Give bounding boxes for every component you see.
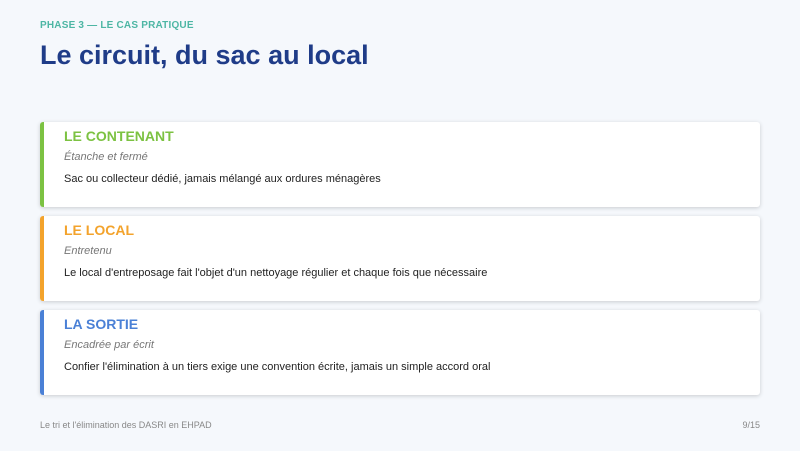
card-subtitle: Entretenu xyxy=(64,245,112,257)
card-subtitle: Encadrée par écrit xyxy=(64,339,154,351)
card-description: Confier l'élimination à un tiers exige u… xyxy=(64,361,491,373)
card-title: LE CONTENANT xyxy=(64,128,174,144)
card-sortie: LA SORTIE Encadrée par écrit Confier l'é… xyxy=(40,310,760,395)
page-number: 9/15 xyxy=(742,420,760,430)
card-local: LE LOCAL Entretenu Le local d'entreposag… xyxy=(40,216,760,301)
card-list: LE CONTENANT Étanche et fermé Sac ou col… xyxy=(40,122,760,404)
card-subtitle: Étanche et fermé xyxy=(64,151,148,163)
card-accent-bar xyxy=(40,122,44,207)
card-accent-bar xyxy=(40,216,44,301)
footer-title: Le tri et l'élimination des DASRI en EHP… xyxy=(40,420,212,430)
card-accent-bar xyxy=(40,310,44,395)
page-title: Le circuit, du sac au local xyxy=(40,40,369,70)
card-description: Sac ou collecteur dédié, jamais mélangé … xyxy=(64,173,381,185)
phase-label: PHASE 3 — LE CAS PRATIQUE xyxy=(40,20,194,31)
card-contenant: LE CONTENANT Étanche et fermé Sac ou col… xyxy=(40,122,760,207)
card-description: Le local d'entreposage fait l'objet d'un… xyxy=(64,267,488,279)
card-title: LE LOCAL xyxy=(64,222,134,238)
card-title: LA SORTIE xyxy=(64,316,139,332)
